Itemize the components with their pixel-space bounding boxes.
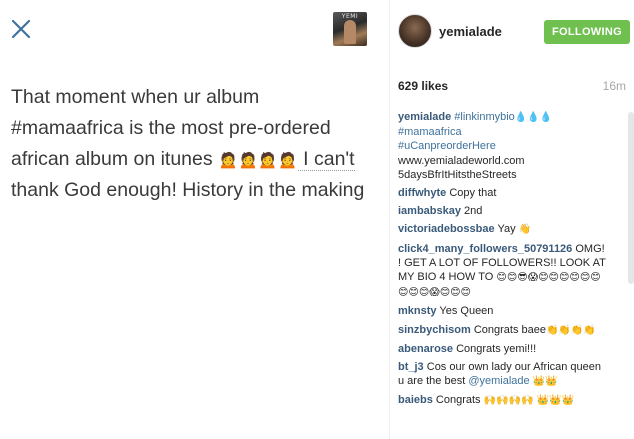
clap-icons: 👏👏👏👏 (545, 324, 596, 336)
comment-list: yemialade #linkinmybio💧💧💧 #mamaafrica #u… (398, 110, 610, 413)
comment-text: Yay (497, 223, 516, 236)
drop-icons: 💧💧💧 (514, 112, 553, 123)
thumbnail-art: YEMI (341, 13, 359, 20)
caption-user[interactable]: yemialade (398, 111, 451, 123)
comment-text: Copy that (449, 187, 497, 200)
caption-tail: 5daysBfrItHitstheStreets (398, 168, 517, 181)
comment: iambabskay 2nd (398, 204, 610, 218)
likes-count[interactable]: 629 likes (398, 79, 448, 93)
comment-user[interactable]: abenarose (398, 343, 453, 355)
post-time[interactable]: 16m (603, 79, 626, 93)
caption-url: www.yemialadeworld.com (398, 154, 525, 167)
thumbnail-figure (344, 20, 356, 44)
comment-user[interactable]: diffwhyte (398, 187, 446, 199)
comment-user[interactable]: sinzbychisom (398, 324, 471, 336)
header-username[interactable]: yemialade (439, 24, 502, 39)
post-header: yemialade FOLLOWING (398, 14, 630, 50)
comment-user[interactable]: iambabskay (398, 205, 461, 217)
comment-user[interactable]: click4_many_followers_50791126 (398, 243, 572, 255)
avatar[interactable] (398, 14, 432, 48)
post-text: That moment when ur album #mamaafrica is… (11, 82, 371, 206)
comment-text: Congrats yemi!!! (456, 342, 537, 355)
comment: abenarose Congrats yemi!!! (398, 342, 610, 356)
comment-mention[interactable]: @yemialade (468, 375, 529, 387)
comment-text: 2nd (464, 205, 483, 218)
comment: baiebs Congrats 🙌🙌🙌🙌 👑👑👑 (398, 393, 610, 408)
comments-scrollbar[interactable] (628, 112, 634, 284)
comment: sinzbychisom Congrats baee👏👏👏👏 (398, 323, 610, 338)
comment-user[interactable]: victoriadebossbae (398, 223, 495, 235)
comment-text: Congrats baee (473, 323, 546, 336)
caption-tag[interactable]: #uCanpreorderHere (398, 140, 496, 152)
caption-tag[interactable]: #linkinmybio (454, 111, 515, 123)
post-line-3: african album on itunes 🙍🙍🙍🙍 I can't (11, 144, 371, 175)
post-line-3-text: african album on itunes (11, 148, 219, 170)
likes-row: 629 likes 16m (398, 79, 626, 95)
comment: click4_many_followers_50791126 OMG! ! GE… (398, 242, 610, 301)
emoji-icons: 🙌🙌🙌🙌 👑👑👑 (483, 395, 574, 407)
emoji-group: 🙍🙍🙍🙍 (218, 150, 298, 169)
comment: diffwhyte Copy that (398, 186, 610, 200)
comment-text: Congrats (435, 394, 481, 407)
comment-user[interactable]: bt_j3 (398, 361, 424, 373)
post-line-1: That moment when ur album (11, 86, 260, 108)
comment: mknsty Yes Queen (398, 304, 610, 318)
close-icon (11, 19, 31, 39)
comment-text: Yes Queen (439, 305, 494, 318)
post-line-3-tail: I can't (297, 148, 355, 171)
post-line-4: thank God enough! History in the making (11, 179, 365, 201)
caption-tag[interactable]: #mamaafrica (398, 126, 462, 138)
post-thumbnail[interactable]: YEMI (333, 12, 367, 46)
wave-icon: 👋 (518, 224, 532, 236)
post-line-2: #mamaafrica is the most pre-ordered (11, 117, 331, 139)
comment-user[interactable]: mknsty (398, 305, 437, 317)
comment: victoriadebossbae Yay 👋 (398, 222, 610, 237)
following-button[interactable]: FOLLOWING (544, 20, 630, 44)
crown-icons: 👑👑 (532, 376, 558, 388)
comment: bt_j3 Cos our own lady our African queen… (398, 360, 610, 389)
panel-divider (389, 0, 390, 439)
caption: yemialade #linkinmybio💧💧💧 #mamaafrica #u… (398, 110, 610, 182)
close-button[interactable] (10, 18, 32, 40)
comment-user[interactable]: baiebs (398, 394, 433, 406)
